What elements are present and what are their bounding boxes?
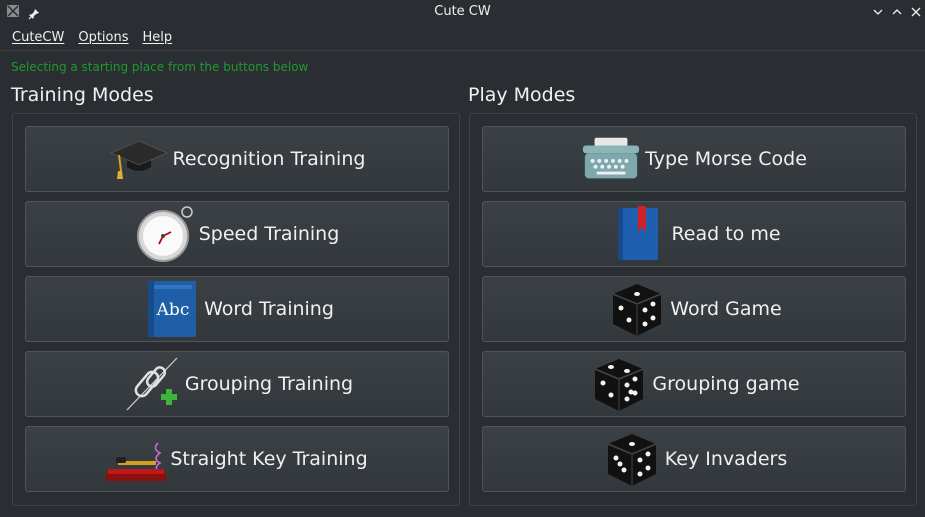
chain-link-add-icon	[121, 354, 181, 414]
menu-separator	[0, 50, 925, 51]
dice-icon	[601, 429, 661, 489]
key-invaders-button[interactable]: Key Invaders	[482, 426, 906, 492]
recognition-training-label: Recognition Training	[172, 148, 366, 170]
close-button[interactable]	[909, 5, 923, 19]
straight-key-training-label: Straight Key Training	[170, 448, 368, 470]
play-modes-title: Play Modes	[468, 84, 576, 106]
typewriter-icon	[581, 129, 641, 189]
book-bookmark-icon	[607, 204, 667, 264]
minimize-button[interactable]	[871, 5, 885, 19]
graduation-cap-icon	[109, 129, 169, 189]
play-modes-group: Type Morse Code Read to me Word Game Gro…	[469, 113, 917, 506]
type-morse-code-button[interactable]: Type Morse Code	[482, 126, 906, 192]
read-to-me-label: Read to me	[671, 223, 781, 245]
speed-training-label: Speed Training	[198, 223, 340, 245]
telegraph-key-icon	[106, 429, 167, 489]
grouping-training-button[interactable]: Grouping Training	[25, 351, 449, 417]
recognition-training-button[interactable]: Recognition Training	[25, 126, 449, 192]
grouping-game-button[interactable]: Grouping game	[482, 351, 906, 417]
svg-text:Abc: Abc	[156, 300, 190, 320]
word-game-label: Word Game	[670, 298, 782, 320]
menu-bar: CuteCW Options Help	[0, 25, 925, 49]
dictionary-book-icon: Abc	[140, 279, 200, 339]
training-modes-title: Training Modes	[11, 84, 154, 106]
word-training-button[interactable]: Abc Word Training	[25, 276, 449, 342]
title-bar: Cute CW	[0, 0, 925, 24]
training-modes-group: Recognition Training Speed Training Abc …	[12, 113, 460, 506]
stopwatch-icon	[135, 204, 195, 264]
read-to-me-button[interactable]: Read to me	[482, 201, 906, 267]
type-morse-code-label: Type Morse Code	[645, 148, 807, 170]
menu-cutecw[interactable]: CuteCW	[5, 30, 71, 45]
speed-training-button[interactable]: Speed Training	[25, 201, 449, 267]
word-training-label: Word Training	[204, 298, 334, 320]
menu-help[interactable]: Help	[136, 30, 180, 45]
maximize-button[interactable]	[890, 5, 904, 19]
dice-icon	[588, 354, 648, 414]
grouping-game-label: Grouping game	[652, 373, 800, 395]
menu-options[interactable]: Options	[71, 30, 135, 45]
key-invaders-label: Key Invaders	[664, 448, 788, 470]
straight-key-training-button[interactable]: Straight Key Training	[25, 426, 449, 492]
status-message: Selecting a starting place from the butt…	[11, 60, 309, 74]
word-game-button[interactable]: Word Game	[482, 276, 906, 342]
grouping-training-label: Grouping Training	[184, 373, 354, 395]
window-title: Cute CW	[434, 4, 491, 19]
dice-icon	[606, 279, 666, 339]
